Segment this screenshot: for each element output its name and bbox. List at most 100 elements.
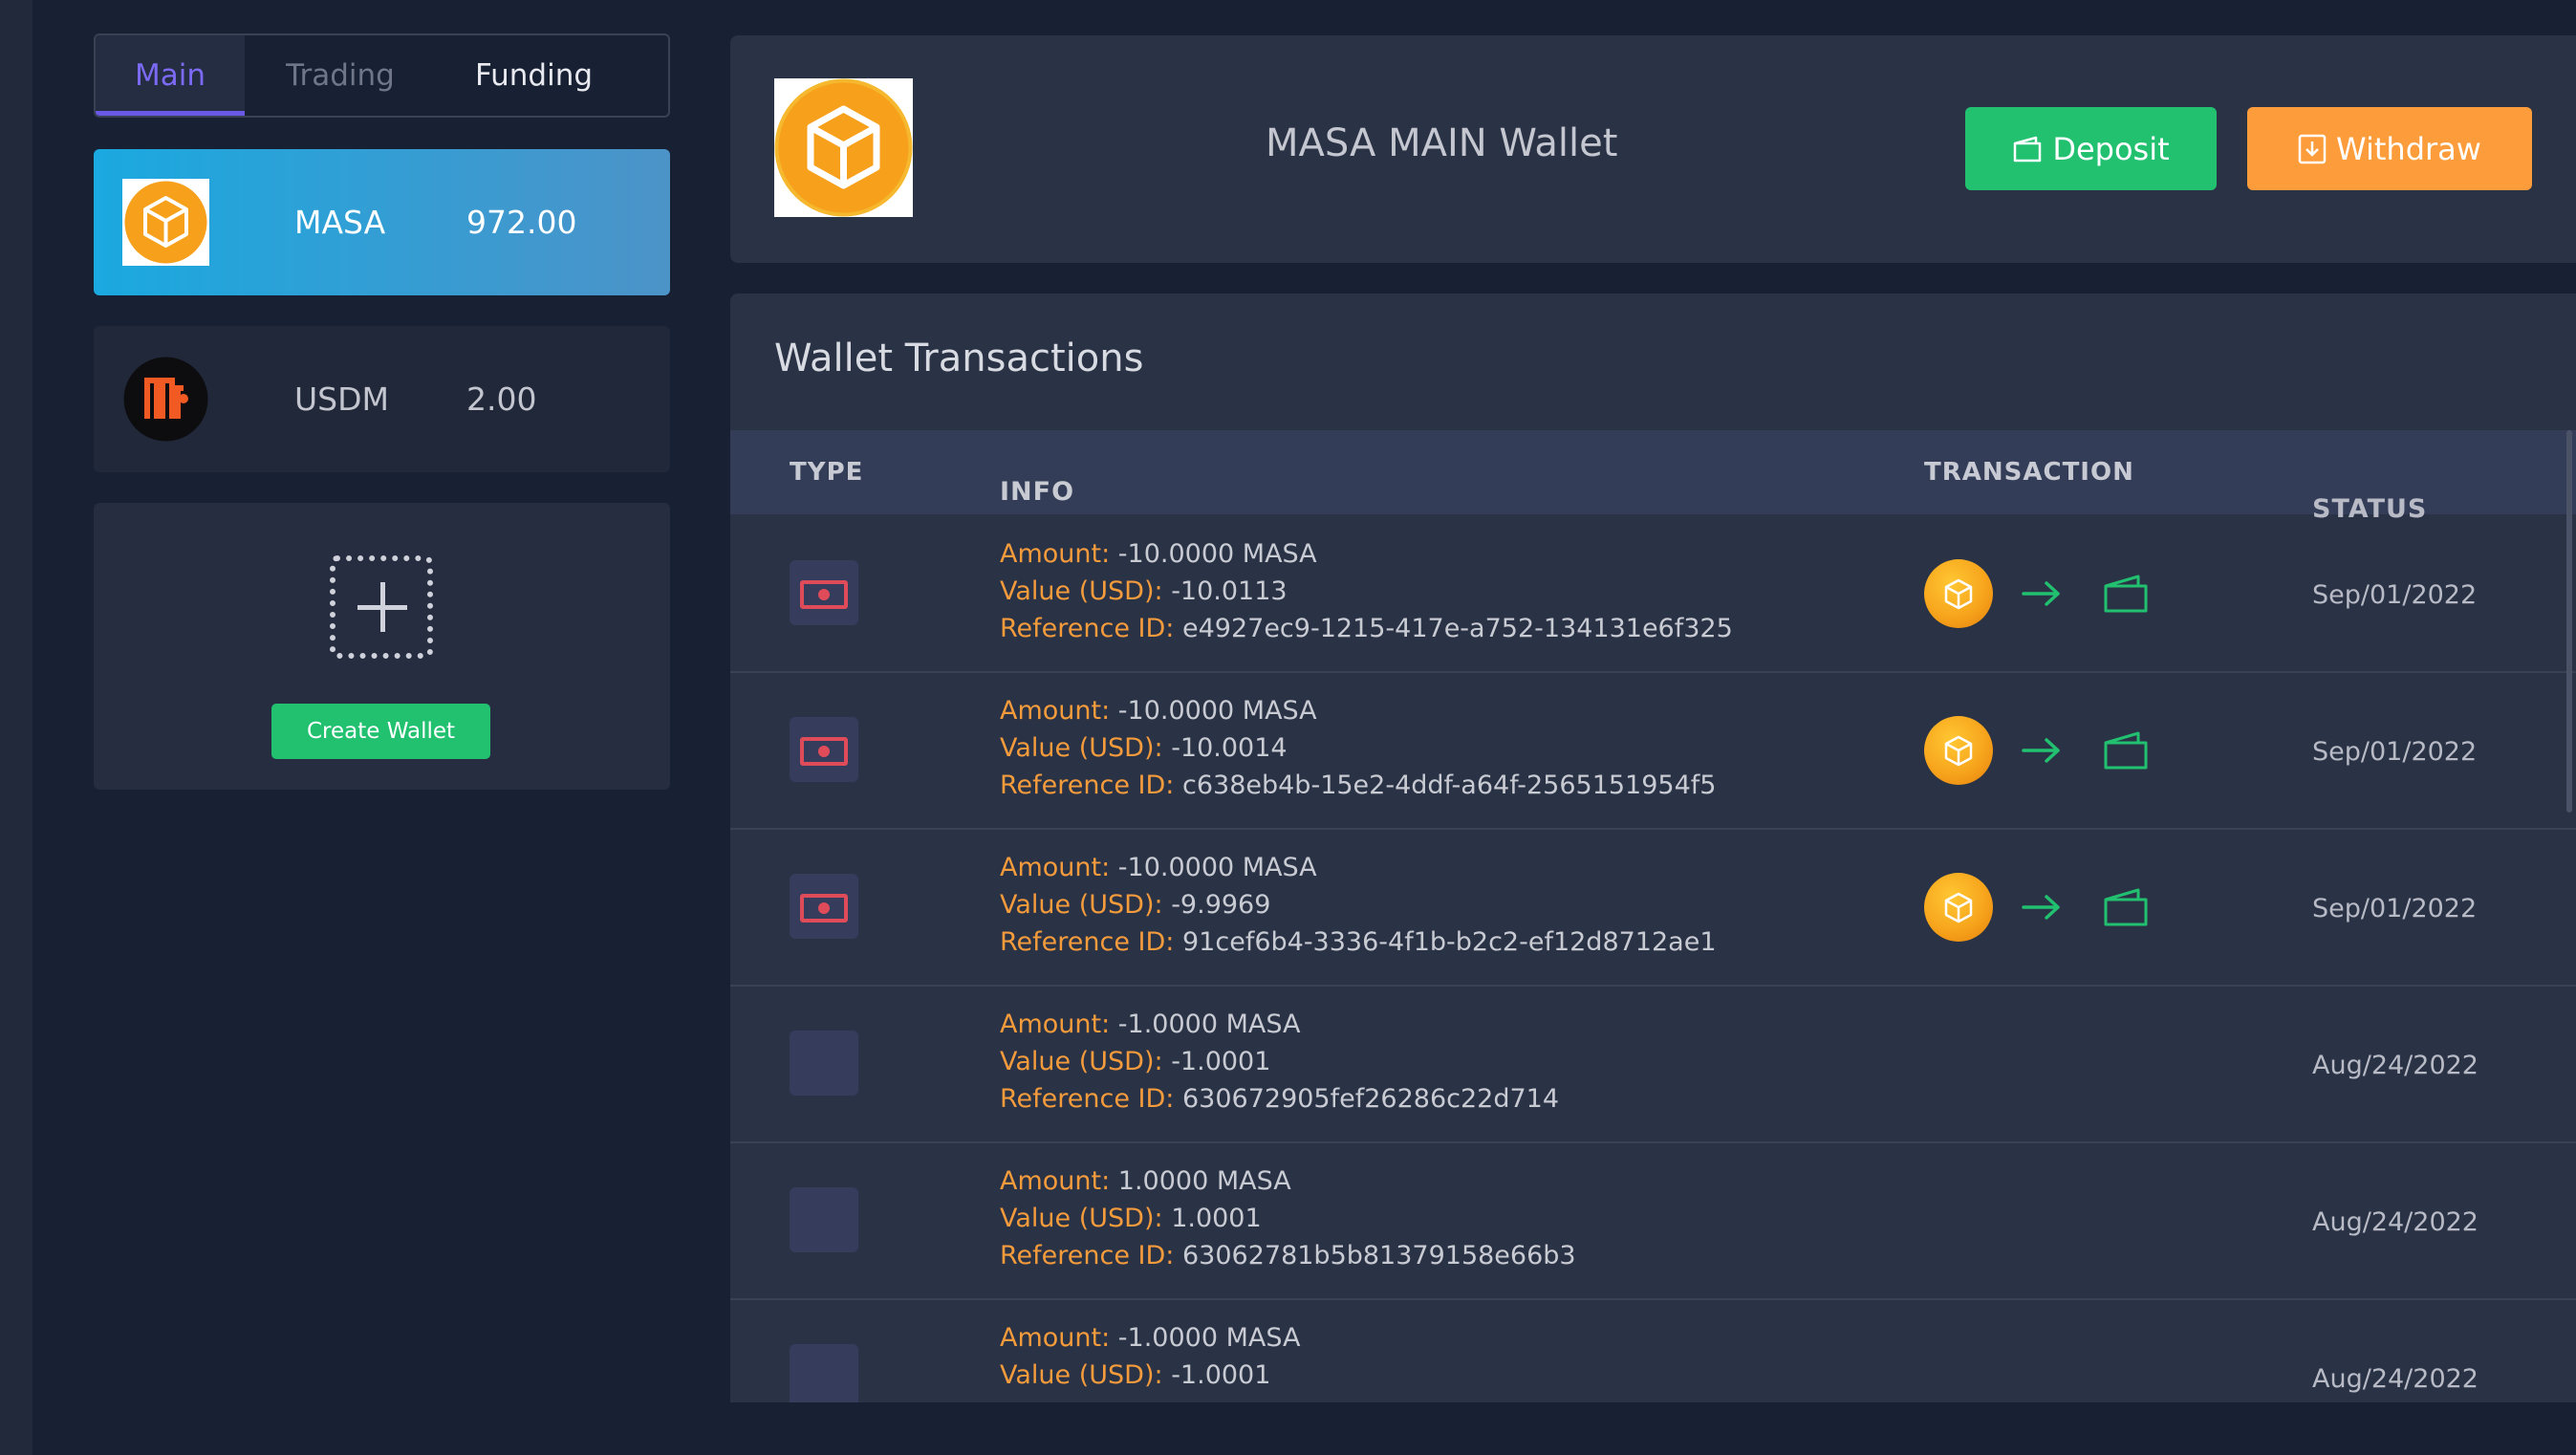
table-row[interactable]: Amount: 1.0000 MASA Value (USD): 1.0001 Re… [730, 1143, 2576, 1300]
tab-trading[interactable]: Trading [245, 35, 436, 116]
reference-line: Reference ID: e4927ec9-1215-417e-a752-13… [1000, 610, 1733, 647]
transaction-type-icon [790, 560, 858, 625]
transaction-info: Amount: -10.0000 MASA Value (USD): -10.00… [1000, 692, 1716, 804]
wallet-icon [2104, 731, 2148, 770]
money-icon [800, 737, 848, 766]
transaction-info: Amount: -1.0000 MASA Value (USD): -1.0001… [1000, 1006, 1559, 1118]
add-icon[interactable] [330, 555, 433, 659]
amount-label: Amount: [1000, 1010, 1111, 1039]
arrow-right-icon [2022, 738, 2060, 763]
reference-line: Reference ID: 91cef6b4-3336-4f1b-b2c2-ef… [1000, 923, 1717, 961]
wallet-name: USDM [294, 380, 389, 418]
money-icon [800, 580, 848, 609]
usd-value: -10.0113 [1171, 576, 1288, 606]
column-header-type: TYPE [790, 458, 864, 487]
table-row[interactable]: Amount: -10.0000 MASA Value (USD): -10.01… [730, 516, 2576, 673]
value-label: Value (USD): [1000, 576, 1163, 606]
table-row[interactable]: Amount: -10.0000 MASA Value (USD): -10.00… [730, 673, 2576, 830]
value-label: Value (USD): [1000, 1204, 1163, 1233]
usd-value: -1.0001 [1171, 1360, 1271, 1390]
table-row[interactable]: Amount: -10.0000 MASA Value (USD): -9.996… [730, 830, 2576, 987]
transaction-status: Aug/24/2022 [2312, 1206, 2479, 1237]
usd-value: -10.0014 [1171, 733, 1288, 763]
value-label: Value (USD): [1000, 1047, 1163, 1076]
value-line: Value (USD): -1.0001 [1000, 1043, 1559, 1080]
wallet-transactions: Wallet Transactions TYPE INFO TRANSACTIO… [730, 293, 2576, 1402]
amount-label: Amount: [1000, 696, 1111, 726]
transaction-status: Aug/24/2022 [2312, 1363, 2479, 1394]
wallet-balance: 972.00 [466, 204, 577, 241]
amount-value: -10.0000 MASA [1117, 539, 1317, 569]
wallet-card-masa[interactable]: MASA 972.00 [94, 149, 670, 295]
masa-coin-icon [1924, 559, 1993, 628]
transaction-flow [1924, 873, 2150, 942]
transaction-info: Amount: -10.0000 MASA Value (USD): -9.996… [1000, 849, 1717, 961]
value-line: Value (USD): -9.9969 [1000, 886, 1717, 923]
tab-main[interactable]: Main [96, 35, 245, 116]
reference-label: Reference ID: [1000, 771, 1175, 800]
transaction-type-icon [790, 1187, 858, 1252]
amount-line: Amount: -1.0000 MASA [1000, 1319, 1300, 1357]
amount-label: Amount: [1000, 853, 1111, 882]
reference-label: Reference ID: [1000, 1241, 1175, 1270]
amount-value: -1.0000 MASA [1117, 1010, 1301, 1039]
transaction-status: Sep/01/2022 [2312, 736, 2478, 767]
usd-value: -1.0001 [1171, 1047, 1271, 1076]
transaction-type-icon [790, 1344, 858, 1402]
money-icon [800, 894, 848, 923]
amount-label: Amount: [1000, 539, 1111, 569]
page-title: MASA MAIN Wallet [1266, 121, 1618, 165]
deposit-label: Deposit [2052, 130, 2170, 167]
transaction-type-icon [790, 1031, 858, 1096]
value-line: Value (USD): 1.0001 [1000, 1200, 1576, 1237]
wallet-icon [2104, 888, 2148, 926]
wallet-type-tabs: Main Trading Funding [94, 33, 670, 118]
transaction-type-icon [790, 874, 858, 939]
transaction-flow [1924, 716, 2150, 785]
transaction-info: Amount: 1.0000 MASA Value (USD): 1.0001 Re… [1000, 1162, 1576, 1274]
reference-label: Reference ID: [1000, 927, 1175, 957]
transaction-status: Sep/01/2022 [2312, 893, 2478, 923]
reference-line: Reference ID: c638eb4b-15e2-4ddf-a64f-25… [1000, 767, 1716, 804]
amount-value: -10.0000 MASA [1117, 853, 1317, 882]
withdraw-label: Withdraw [2336, 130, 2481, 167]
amount-line: Amount: 1.0000 MASA [1000, 1162, 1576, 1200]
reference-id: c638eb4b-15e2-4ddf-a64f-2565151954f5 [1182, 771, 1717, 800]
reference-label: Reference ID: [1000, 614, 1175, 643]
reference-id: 63062781b5b81379158e66b3 [1182, 1241, 1576, 1270]
usd-value: -9.9969 [1171, 890, 1271, 920]
transaction-status: Aug/24/2022 [2312, 1050, 2479, 1080]
scrollbar[interactable] [2566, 430, 2572, 813]
deposit-button[interactable]: Deposit [1965, 107, 2217, 190]
amount-line: Amount: -1.0000 MASA [1000, 1006, 1559, 1043]
amount-label: Amount: [1000, 1166, 1111, 1196]
reference-label: Reference ID: [1000, 1084, 1175, 1114]
table-row[interactable]: Amount: -1.0000 MASA Value (USD): -1.0001… [730, 987, 2576, 1143]
reference-line: Reference ID: 63062781b5b81379158e66b3 [1000, 1237, 1576, 1274]
reference-id: 630672905fef26286c22d714 [1182, 1084, 1559, 1114]
wallet-icon [2014, 136, 2042, 162]
amount-value: 1.0000 MASA [1117, 1166, 1291, 1196]
amount-line: Amount: -10.0000 MASA [1000, 692, 1716, 729]
create-wallet-card: Create Wallet [94, 503, 670, 790]
create-wallet-button[interactable]: Create Wallet [271, 704, 490, 759]
tab-funding[interactable]: Funding [436, 35, 632, 116]
value-line: Value (USD): -10.0014 [1000, 729, 1716, 767]
transaction-type-icon [790, 717, 858, 782]
wallet-card-usdm[interactable]: USDM 2.00 [94, 326, 670, 472]
amount-line: Amount: -10.0000 MASA [1000, 535, 1733, 573]
masa-coin-icon [1924, 873, 1993, 942]
arrow-right-icon [2022, 581, 2060, 606]
amount-label: Amount: [1000, 1323, 1111, 1353]
reference-id: e4927ec9-1215-417e-a752-134131e6f325 [1182, 614, 1733, 643]
usdm-logo-icon [122, 356, 209, 443]
table-row[interactable]: Amount: -1.0000 MASA Value (USD): -1.0001… [730, 1300, 2576, 1402]
masa-coin-icon [1924, 716, 1993, 785]
wallet-header: MASA MAIN Wallet Deposit Withdraw [730, 35, 2576, 263]
left-rail [0, 0, 32, 1455]
wallet-icon [2104, 575, 2148, 613]
value-line: Value (USD): -1.0001 [1000, 1357, 1300, 1394]
transaction-status: Sep/01/2022 [2312, 579, 2478, 610]
usd-value: 1.0001 [1171, 1204, 1262, 1233]
withdraw-button[interactable]: Withdraw [2247, 107, 2532, 190]
